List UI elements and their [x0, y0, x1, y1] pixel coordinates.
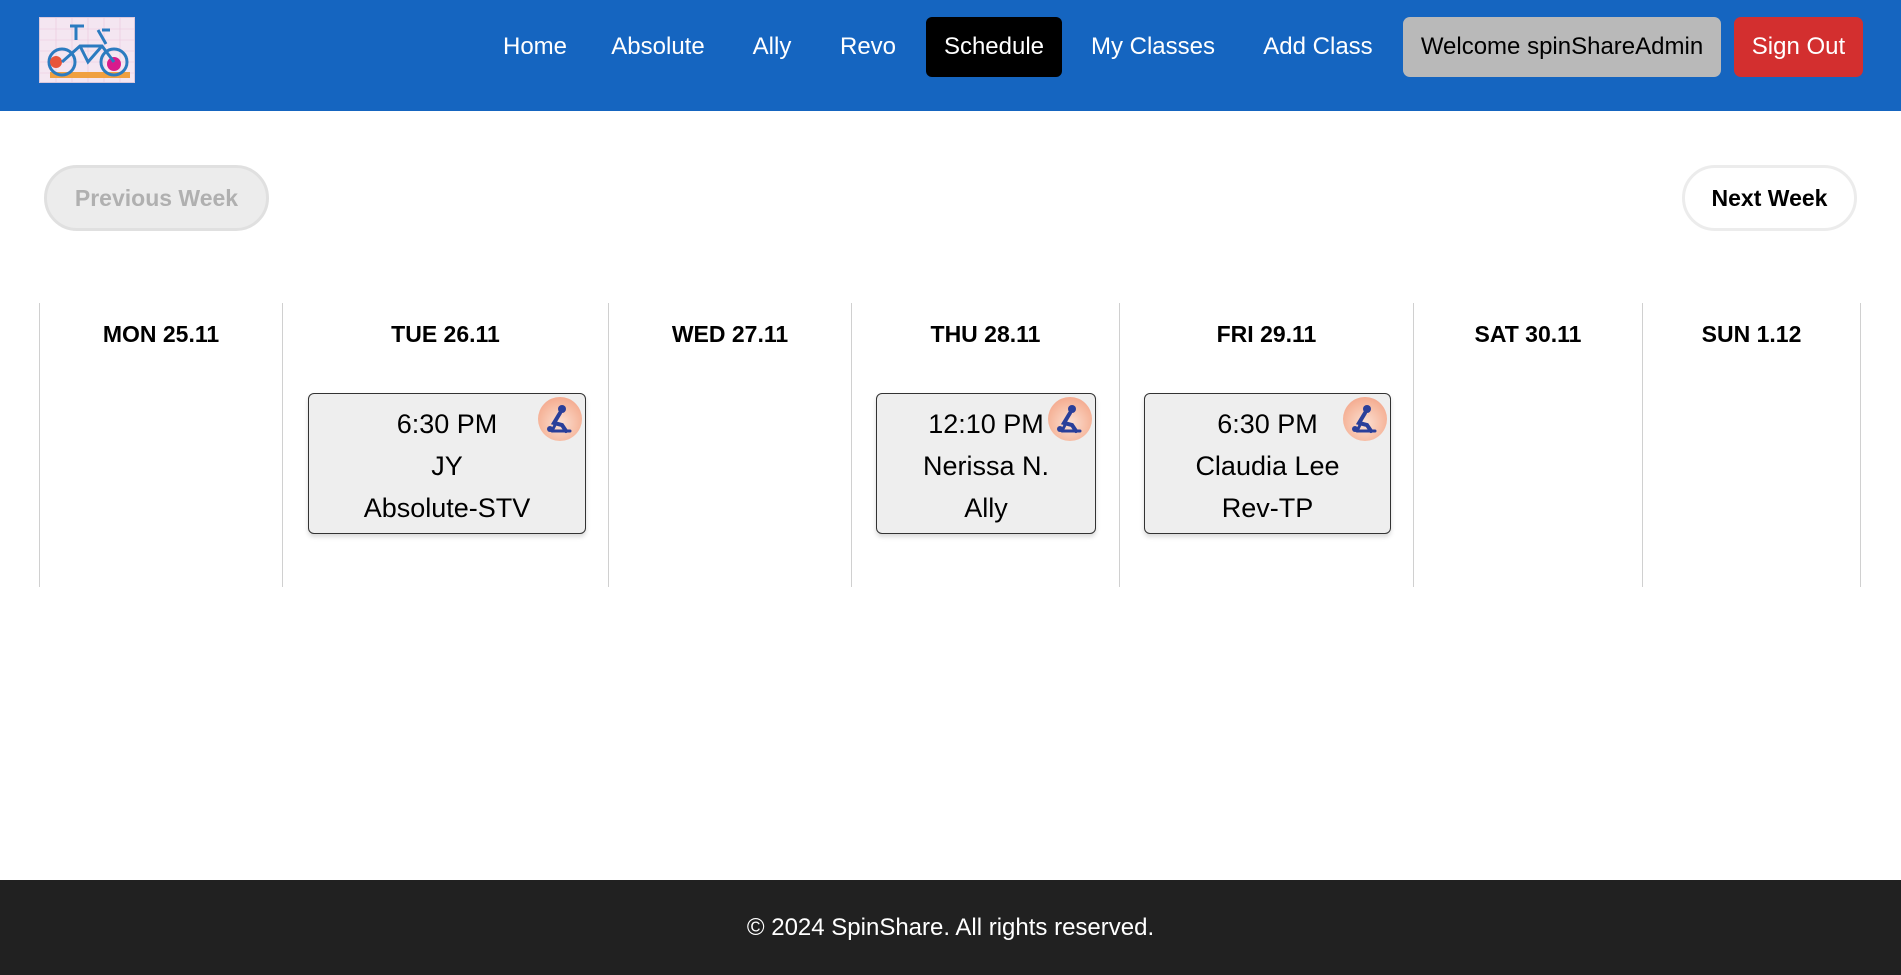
- nav-ally[interactable]: Ally: [735, 17, 809, 77]
- welcome-user-badge: Welcome spinShareAdmin: [1403, 17, 1721, 77]
- day-column-thu: THU 28.11 12:10 PM Nerissa N. Ally: [851, 303, 1119, 587]
- copyright-text: © 2024 SpinShare. All rights reserved.: [746, 913, 1155, 941]
- day-header: SAT 30.11: [1474, 321, 1582, 347]
- class-studio: Rev-TP: [1221, 493, 1314, 523]
- top-navbar: Home Absolute Ally Revo Schedule My Clas…: [0, 0, 1901, 111]
- bicycle-logo-icon: [40, 18, 134, 82]
- day-column-mon: MON 25.11: [39, 303, 282, 587]
- spin-rider-icon: [1048, 397, 1092, 441]
- nav-add-class[interactable]: Add Class: [1248, 17, 1388, 77]
- day-header: SUN 1.12: [1701, 321, 1802, 347]
- class-instructor: Nerissa N.: [922, 451, 1050, 481]
- class-instructor: JY: [431, 451, 463, 481]
- weekly-schedule: MON 25.11 TUE 26.11 6:30 PM JY Absolute-…: [39, 303, 1863, 587]
- spin-rider-icon: [538, 397, 582, 441]
- day-header: MON 25.11: [102, 321, 220, 347]
- class-instructor: Claudia Lee: [1195, 451, 1340, 481]
- class-card[interactable]: 6:30 PM Claudia Lee Rev-TP: [1144, 393, 1391, 534]
- day-header: WED 27.11: [671, 321, 789, 347]
- sign-out-button[interactable]: Sign Out: [1734, 17, 1863, 77]
- day-column-sat: SAT 30.11: [1413, 303, 1642, 587]
- previous-week-button[interactable]: Previous Week: [44, 165, 269, 231]
- nav-absolute[interactable]: Absolute: [598, 17, 718, 77]
- nav-schedule[interactable]: Schedule: [926, 17, 1062, 77]
- class-studio: Ally: [964, 493, 1008, 523]
- nav-revo[interactable]: Revo: [826, 17, 910, 77]
- next-week-button[interactable]: Next Week: [1682, 165, 1857, 231]
- nav-home[interactable]: Home: [484, 17, 586, 77]
- day-header: TUE 26.11: [391, 321, 500, 347]
- class-card[interactable]: 6:30 PM JY Absolute-STV: [308, 393, 586, 534]
- class-studio: Absolute-STV: [363, 493, 531, 523]
- day-column-sun: SUN 1.12: [1642, 303, 1861, 587]
- nav-my-classes[interactable]: My Classes: [1078, 17, 1228, 77]
- class-card[interactable]: 12:10 PM Nerissa N. Ally: [876, 393, 1096, 534]
- day-header: THU 28.11: [930, 321, 1041, 347]
- day-column-tue: TUE 26.11 6:30 PM JY Absolute-STV: [282, 303, 608, 587]
- page-footer: © 2024 SpinShare. All rights reserved.: [0, 880, 1901, 975]
- spin-rider-icon: [1343, 397, 1387, 441]
- spinshare-logo[interactable]: [39, 17, 135, 83]
- day-header: FRI 29.11: [1216, 321, 1317, 347]
- day-column-fri: FRI 29.11 6:30 PM Claudia Lee Rev-TP: [1119, 303, 1413, 587]
- day-column-wed: WED 27.11: [608, 303, 851, 587]
